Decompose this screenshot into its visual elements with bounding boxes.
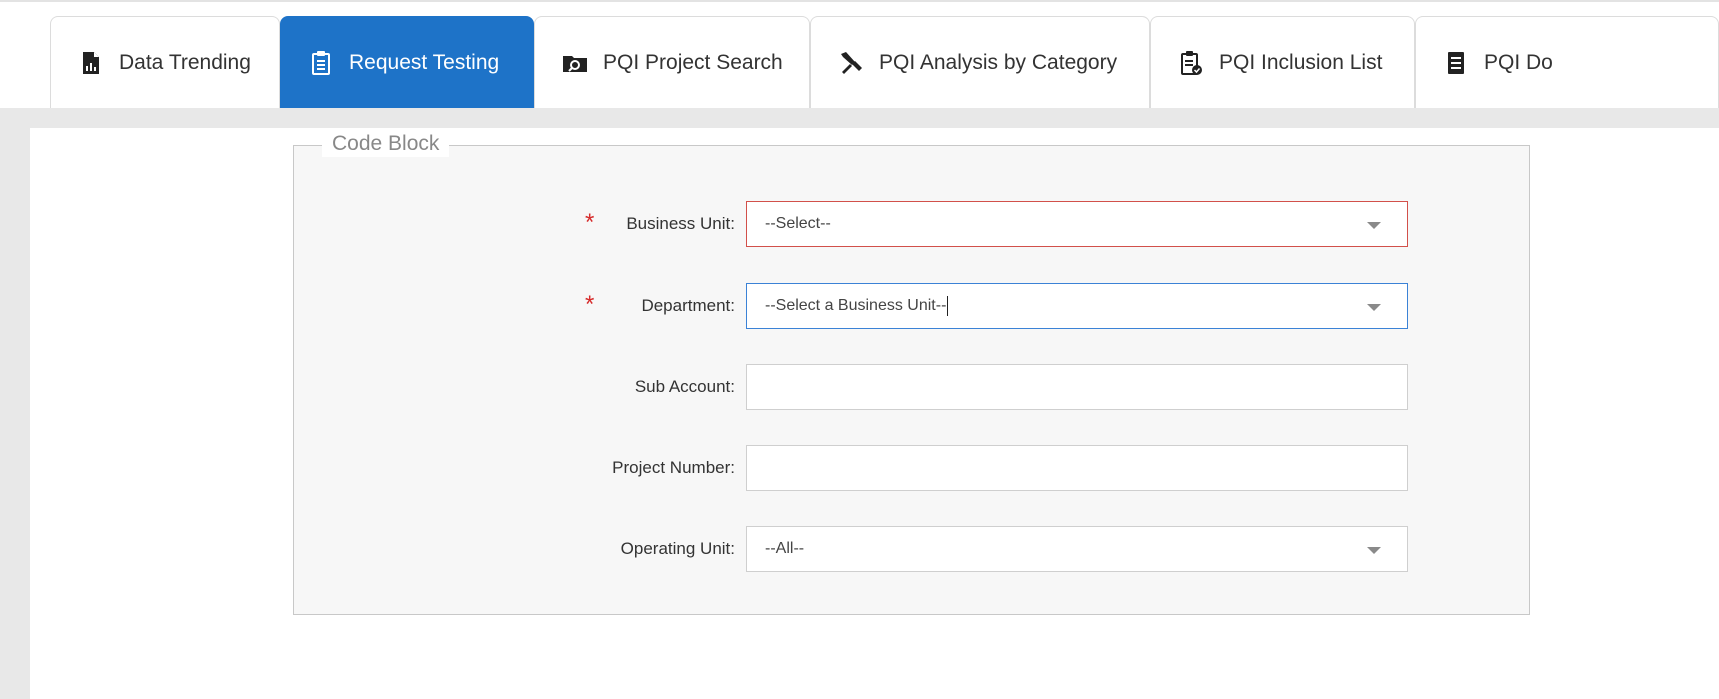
tab-pqi-inclusion-list[interactable]: PQI Inclusion List [1150, 16, 1415, 108]
sub-account-label: Sub Account: [634, 377, 735, 396]
tab-label: PQI Project Search [603, 50, 783, 74]
document-icon [1442, 49, 1470, 77]
business-unit-select[interactable]: --Select-- [746, 201, 1408, 247]
code-block-legend: Code Block [322, 131, 450, 157]
tab-pqi-do[interactable]: PQI Do [1415, 16, 1719, 108]
department-select[interactable]: --Select a Business Unit-- [746, 283, 1408, 329]
required-marker: * [585, 209, 595, 236]
tab-label: PQI Do [1484, 50, 1553, 74]
sub-account-row: Sub Account: [560, 364, 1410, 410]
project-number-input[interactable] [746, 445, 1408, 491]
tab-request-testing[interactable]: Request Testing [280, 16, 534, 108]
operating-unit-select[interactable]: --All-- [746, 526, 1408, 572]
tab-label: PQI Analysis by Category [879, 50, 1118, 74]
business-unit-row: * Business Unit: --Select-- [560, 201, 1410, 247]
chevron-down-icon [1367, 547, 1381, 554]
department-label: Department: [641, 296, 735, 315]
operating-unit-value: --All-- [765, 540, 805, 557]
clipboard-icon [307, 49, 335, 77]
chevron-down-icon [1367, 304, 1381, 311]
folder-search-icon [561, 49, 589, 77]
tab-bar: Data Trending Request Testing PQI Projec… [0, 0, 1719, 110]
department-value: --Select a Business Unit-- [765, 297, 947, 314]
text-cursor [947, 296, 949, 316]
sub-account-input[interactable] [746, 364, 1408, 410]
clipboard-check-icon [1177, 49, 1205, 77]
project-number-label: Project Number: [612, 458, 735, 477]
required-marker: * [585, 291, 595, 318]
department-row: * Department: --Select a Business Unit-- [560, 283, 1410, 329]
report-icon [77, 49, 105, 77]
tab-pqi-project-search[interactable]: PQI Project Search [534, 16, 810, 108]
business-unit-label: Business Unit: [626, 214, 735, 233]
chevron-down-icon [1367, 222, 1381, 229]
tab-pqi-analysis-by-category[interactable]: PQI Analysis by Category [810, 16, 1150, 108]
tools-icon [837, 49, 865, 77]
project-number-row: Project Number: [560, 445, 1410, 491]
tab-label: PQI Inclusion List [1219, 50, 1383, 74]
tab-data-trending[interactable]: Data Trending [50, 16, 280, 108]
tab-label: Data Trending [119, 50, 251, 74]
operating-unit-row: Operating Unit: --All-- [560, 526, 1410, 572]
operating-unit-label: Operating Unit: [620, 539, 735, 558]
tab-label: Request Testing [349, 50, 500, 74]
business-unit-value: --Select-- [765, 215, 831, 232]
